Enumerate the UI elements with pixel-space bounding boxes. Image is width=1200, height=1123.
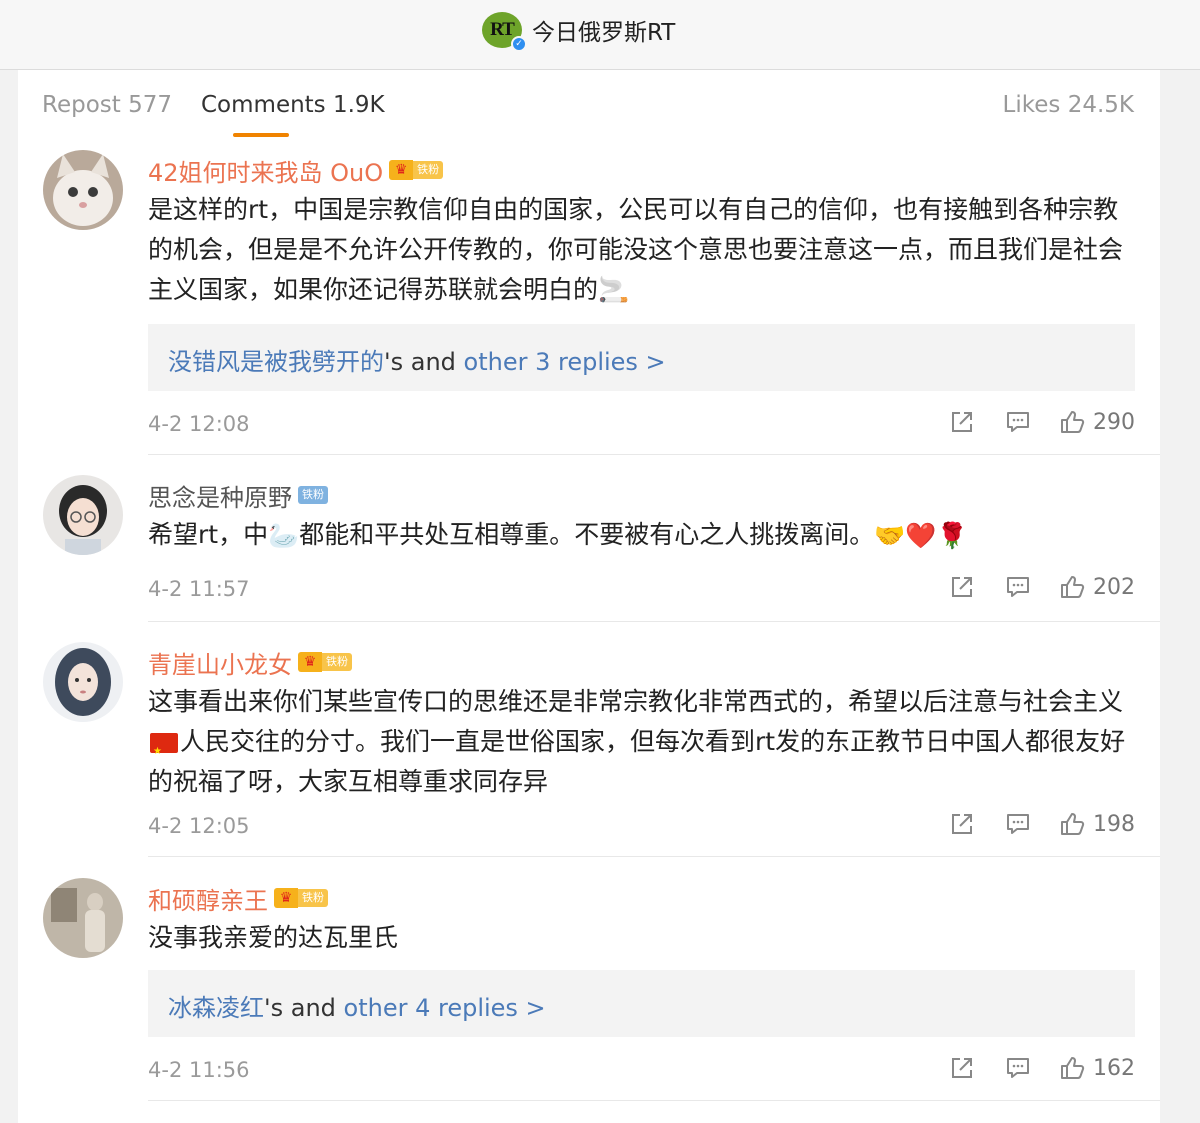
account-name: 今日俄罗斯RT [532,20,676,46]
like-button[interactable]: 290 [1059,409,1135,435]
username[interactable]: 青崖山小龙女 [148,645,292,680]
comment-item: 思念是种原野 铁粉 希望rt，中🦢都能和平共处互相尊重。不要被有心之人挑拨离间。… [18,475,1160,622]
reply-summary[interactable]: 冰森凌红's and other 4 replies > [168,988,546,1023]
like-button[interactable]: 162 [1059,1055,1135,1081]
comment-actions: 162 [919,1055,1135,1081]
comment-icon[interactable] [1005,409,1031,435]
share-icon[interactable] [949,811,975,837]
avatar[interactable] [43,150,123,230]
comment-time: 4-2 12:08 [148,412,250,436]
tab-comments[interactable]: Comments 1.9K [201,92,385,118]
comment-header: 思念是种原野 铁粉 [148,478,328,512]
tab-repost[interactable]: Repost 577 [42,92,172,118]
username[interactable]: 42姐何时来我岛 OuO [148,153,383,188]
fan-label: 铁粉 [322,653,352,671]
comment-header: 42姐何时来我岛 OuO ♛ 铁粉 [148,153,444,188]
fan-badge[interactable]: 铁粉 [298,485,328,505]
comment-icon[interactable] [1005,1055,1031,1081]
comment-text: 是这样的rt，中国是宗教信仰自由的国家，公民可以有自己的信仰，也有接触到各种宗教… [148,195,1124,304]
comment-item: 42姐何时来我岛 OuO ♛ 铁粉 是这样的rt，中国是宗教信仰自由的国家，公民… [18,150,1160,455]
reply-mid: 's and [264,994,344,1022]
comment-text-part: 都能和平共处互相尊重。不要被有心之人挑拨离间。 [299,520,875,549]
share-icon[interactable] [949,409,975,435]
crown-icon: ♛ [274,888,298,908]
comment-item: 青崖山小龙女 ♛ 铁粉 这事看出来你们某些宣传口的思维还是非常宗教化非常西式的，… [18,642,1160,857]
comment-time: 4-2 11:56 [148,1058,250,1082]
avatar[interactable] [43,878,123,958]
comment-time: 4-2 12:05 [148,814,250,838]
avatar[interactable] [43,642,123,722]
thumbs-up-icon [1061,411,1085,433]
fan-badge[interactable]: ♛ 铁粉 [274,888,328,908]
divider [148,621,1160,622]
more-replies-link[interactable]: other 4 replies > [344,994,546,1022]
thumbs-up-icon [1061,576,1085,598]
comment-icon[interactable] [1005,574,1031,600]
like-count: 290 [1093,409,1135,435]
comment-text-part: 这事看出来你们某些宣传口的思维还是非常宗教化非常西式的，希望以后注意与社会主义 [148,687,1124,716]
reply-summary[interactable]: 没错风是被我劈开的's and other 3 replies > [168,342,666,377]
rt-logo: RT ✓ [482,12,527,52]
username[interactable]: 思念是种原野 [148,478,292,513]
swan-emoji: 🦢 [268,521,300,550]
comment-actions: 198 [919,811,1135,837]
like-count: 162 [1093,1055,1135,1081]
top-bar: RT ✓ 今日俄罗斯RT [0,0,1200,70]
more-replies-link[interactable]: other 3 replies > [464,348,666,376]
thumbs-up-icon [1061,1057,1085,1079]
tab-likes[interactable]: Likes 24.5K [1003,92,1134,118]
comment-text: 没事我亲爱的达瓦里氏 [148,923,399,952]
active-tab-indicator [233,133,289,137]
comments-card: Repost 577 Comments 1.9K Likes 24.5K 42姐… [18,70,1160,1123]
like-button[interactable]: 202 [1059,574,1135,600]
thumbs-up-icon [1061,813,1085,835]
like-count: 198 [1093,811,1135,837]
share-icon[interactable] [949,574,975,600]
like-count: 202 [1093,574,1135,600]
comment-actions: 202 [919,574,1135,600]
comment-item: 和硕醇亲王 ♛ 铁粉 没事我亲爱的达瓦里氏 冰森凌红's and other 4… [18,878,1160,1123]
comment-meta: 4-2 12:08 290 [148,409,1135,442]
crown-icon: ♛ [389,160,414,180]
divider [148,1100,1160,1101]
emoji-group: 🤝❤️🌹 [874,521,968,550]
account-header[interactable]: RT ✓ 今日俄罗斯RT [482,8,675,52]
fan-label: 铁粉 [413,161,444,179]
crown-icon: ♛ [298,652,322,672]
comment-header: 和硕醇亲王 ♛ 铁粉 [148,881,328,915]
comment-text: 希望rt，中🦢都能和平共处互相尊重。不要被有心之人挑拨离间。🤝❤️🌹 [148,515,1138,556]
comment-text: 这事看出来你们某些宣传口的思维还是非常宗教化非常西式的，希望以后注意与社会主义人… [148,682,1138,802]
reply-box[interactable]: 冰森凌红's and other 4 replies > [148,970,1135,1037]
fan-label: 铁粉 [298,486,328,504]
fan-badge[interactable]: ♛ 铁粉 [389,160,444,180]
comment-meta: 4-2 12:05 198 [148,811,1135,844]
reply-mid: 's and [384,348,464,376]
comment-meta: 4-2 11:56 162 [148,1055,1135,1088]
reply-user[interactable]: 冰森凌红 [168,994,264,1022]
fan-badge[interactable]: ♛ 铁粉 [298,652,352,672]
logo-text: RT [490,19,515,40]
divider [148,454,1160,455]
like-button[interactable]: 198 [1059,811,1135,837]
verified-icon: ✓ [511,36,527,52]
share-icon[interactable] [949,1055,975,1081]
comment-actions: 290 [919,409,1135,435]
reply-user[interactable]: 没错风是被我劈开的 [168,348,384,376]
username[interactable]: 和硕醇亲王 [148,881,268,916]
tab-bar: Repost 577 Comments 1.9K Likes 24.5K [18,70,1160,142]
reply-box[interactable]: 没错风是被我劈开的's and other 3 replies > [148,324,1135,391]
comment-icon[interactable] [1005,811,1031,837]
comment-text-part: 希望rt，中 [148,520,269,549]
comment-meta: 4-2 11:57 202 [148,574,1135,607]
avatar[interactable] [43,475,123,555]
comment-time: 4-2 11:57 [148,577,250,601]
comment-text-part: 人民交往的分寸。我们一直是世俗国家，但每次看到rt发的东正教节日中国人都很友好的… [148,727,1126,796]
comment-header: 青崖山小龙女 ♛ 铁粉 [148,645,352,679]
fan-label: 铁粉 [298,889,328,907]
china-flag-icon [150,732,178,772]
divider [148,856,1160,857]
